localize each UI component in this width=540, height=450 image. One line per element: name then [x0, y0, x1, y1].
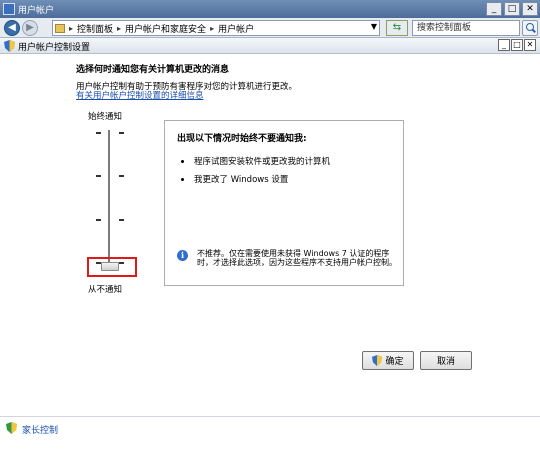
- info-note: 不推荐。仅在需要使用未获得 Windows 7 认证的程序时，才选择此选项，因为…: [197, 249, 397, 267]
- info-panel: 出现以下情况时始终不要通知我: 程序试图安装软件或更改我的计算机 我更改了 Wi…: [164, 120, 404, 286]
- slider-tick: [96, 175, 101, 178]
- users-icon: [3, 3, 15, 15]
- info-heading: 出现以下情况时始终不要通知我:: [177, 134, 307, 144]
- page-title: 选择何时通知您有关计算机更改的消息: [76, 65, 230, 75]
- list-item: 程序试图安装软件或更改我的计算机: [181, 155, 330, 167]
- close-button[interactable]: ✕: [522, 2, 538, 16]
- dialog-minimize-button[interactable]: _: [498, 39, 510, 51]
- uac-help-link[interactable]: 有关用户帐户控制设置的详细信息: [76, 89, 204, 101]
- shield-icon: [4, 40, 15, 52]
- slider-tick: [96, 218, 101, 221]
- minimize-button[interactable]: _: [486, 2, 502, 16]
- uac-settings-panel: 选择何时通知您有关计算机更改的消息 用户帐户控制有助于预防有害程序对您的计算机进…: [0, 54, 540, 416]
- maximize-button[interactable]: □: [504, 2, 520, 16]
- breadcrumb-separator: ▸: [210, 23, 215, 33]
- slider-track[interactable]: [108, 130, 110, 264]
- highlight-box: [87, 257, 137, 277]
- slider-tick: [119, 132, 124, 134]
- footer: 家长控制: [0, 416, 540, 450]
- slider-tick: [119, 175, 124, 178]
- info-icon: i: [177, 250, 188, 261]
- dialog-title: 用户帐户控制设置: [18, 43, 91, 53]
- window-title: 用户帐户: [18, 6, 55, 16]
- dialog-title-bar: 用户帐户控制设置 _ □ ✕: [0, 38, 540, 54]
- slider-top-label: 始终通知: [88, 112, 123, 122]
- chevron-down-icon[interactable]: ▼: [371, 22, 377, 31]
- address-input[interactable]: ▸ 控制面板 ▸ 用户帐户和家庭安全 ▸ 用户帐户 ▼: [52, 20, 380, 36]
- search-input[interactable]: 搜索控制面板: [412, 20, 520, 36]
- breadcrumb-user-accounts[interactable]: 用户帐户: [218, 22, 254, 35]
- dialog-maximize-button[interactable]: □: [511, 39, 523, 51]
- refresh-button[interactable]: ⇆: [386, 20, 408, 36]
- slider-bottom-label: 从不通知: [88, 285, 123, 295]
- parental-controls-link[interactable]: 家长控制: [22, 423, 58, 436]
- ok-button-label: 确定: [385, 357, 404, 367]
- cancel-button[interactable]: 取消: [420, 351, 472, 370]
- address-toolbar: ◀ ▶ ▸ 控制面板 ▸ 用户帐户和家庭安全 ▸ 用户帐户 ▼ ⇆ 搜索控制面板: [0, 18, 540, 38]
- forward-button[interactable]: ▶: [22, 20, 38, 36]
- breadcrumb-user-accounts-family[interactable]: 用户帐户和家庭安全: [125, 22, 206, 35]
- window-title-bar: 用户帐户 _ □ ✕: [0, 0, 540, 18]
- ok-button[interactable]: 确定: [362, 351, 414, 370]
- control-panel-icon: [55, 23, 65, 33]
- back-button[interactable]: ◀: [4, 20, 20, 36]
- breadcrumb-separator: ▸: [117, 23, 122, 33]
- parental-controls-icon: [6, 422, 17, 434]
- breadcrumb-control-panel[interactable]: 控制面板: [77, 22, 113, 35]
- search-icon[interactable]: [522, 20, 538, 36]
- bullet-icon: [181, 178, 184, 181]
- cancel-button-label: 取消: [436, 357, 455, 367]
- bullet-icon: [181, 160, 184, 163]
- list-item: 我更改了 Windows 设置: [181, 173, 288, 185]
- slider-tick: [119, 218, 124, 221]
- breadcrumb-separator: ▸: [69, 23, 74, 33]
- slider-tick: [96, 132, 101, 134]
- shield-icon: [372, 355, 383, 366]
- dialog-close-button[interactable]: ✕: [524, 39, 536, 51]
